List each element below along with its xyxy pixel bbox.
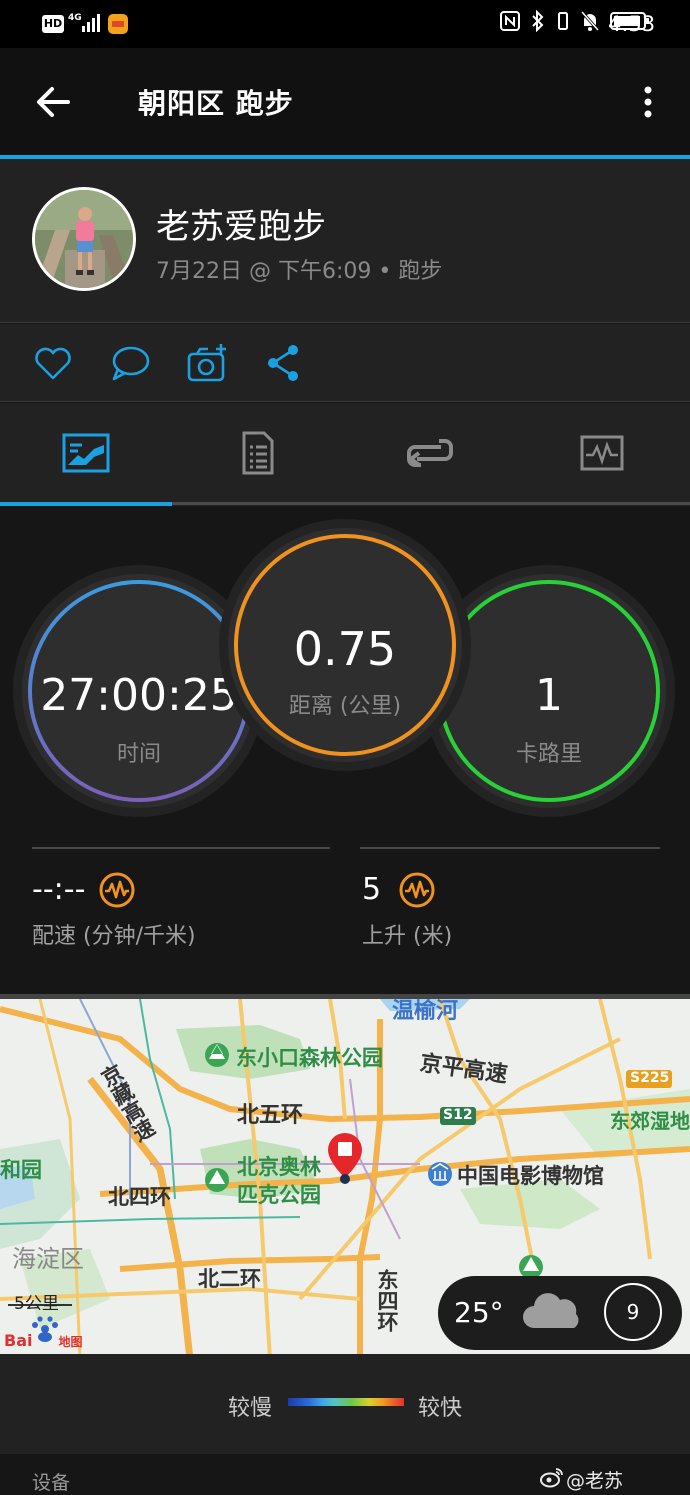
map-label-haidian: 海淀区 bbox=[12, 1245, 84, 1273]
action-bar bbox=[0, 324, 690, 402]
nfc-icon bbox=[500, 11, 520, 31]
pace-divider bbox=[32, 847, 330, 849]
legend-slow-label: 较慢 bbox=[228, 1396, 273, 1421]
park-icon-2 bbox=[205, 1168, 229, 1192]
tab-charts[interactable] bbox=[516, 403, 688, 503]
cloud-icon bbox=[523, 1293, 579, 1328]
legend-fast-label: 较快 bbox=[418, 1396, 463, 1421]
distance-label: 距离 (公里) bbox=[288, 694, 402, 719]
bluetooth-icon bbox=[532, 10, 544, 32]
museum-icon bbox=[428, 1162, 452, 1186]
pace-value: --:-- bbox=[32, 872, 86, 907]
notification-app-icon bbox=[108, 14, 128, 34]
map-label-olympic-1: 北京奥林 bbox=[237, 1155, 321, 1179]
comment-icon[interactable] bbox=[109, 342, 151, 384]
laps-loop-icon bbox=[407, 439, 453, 467]
map-label-djsd: 东郊湿地 bbox=[610, 1109, 690, 1133]
user-name[interactable]: 老苏爱跑步 bbox=[156, 199, 326, 248]
map-label-beh: 北二环 bbox=[198, 1267, 261, 1291]
tab-details[interactable] bbox=[172, 403, 344, 503]
vibrate-icon bbox=[558, 12, 568, 30]
map-label-park-dxk: 东小口森林公园 bbox=[236, 1046, 383, 1070]
time-label: 时间 bbox=[116, 742, 161, 767]
like-heart-icon[interactable] bbox=[32, 342, 74, 384]
map-label-olympic-2: 匹克公园 bbox=[237, 1183, 321, 1207]
tab-laps[interactable] bbox=[344, 403, 516, 503]
weather-index: 9 bbox=[604, 1283, 662, 1341]
map-scale-label: 5公里 bbox=[14, 1294, 59, 1314]
network-indicator: 4G bbox=[68, 13, 82, 23]
clock: 4:53 bbox=[608, 12, 656, 36]
map-label-s12: S12 bbox=[443, 1107, 473, 1123]
activity-owner: 老苏爱跑步 7月22日 @ 下午6:09 • 跑步 bbox=[0, 159, 690, 323]
calories-value: 1 bbox=[535, 670, 563, 721]
map-label-hy: 和园 bbox=[0, 1158, 42, 1182]
weather-temp: 25° bbox=[454, 1296, 504, 1329]
pace-label: 配速 (分钟/千米) bbox=[32, 924, 196, 949]
avatar[interactable] bbox=[32, 187, 136, 291]
avatar-photo bbox=[35, 190, 133, 288]
distance-value: 0.75 bbox=[293, 622, 397, 676]
map-label-dsh: 东四环 bbox=[375, 1269, 399, 1332]
tab-bar bbox=[0, 403, 690, 506]
device-section-label: 设备 bbox=[32, 1472, 71, 1494]
weibo-icon bbox=[540, 1468, 563, 1488]
tab-summary[interactable] bbox=[0, 403, 172, 503]
add-photo-icon[interactable] bbox=[186, 342, 228, 384]
ascent-value: 5 bbox=[362, 872, 382, 907]
map-logo: Bai 地图 bbox=[4, 1331, 83, 1350]
pace-trend-icon[interactable] bbox=[98, 871, 136, 909]
map-label-bwh: 北五环 bbox=[237, 1103, 304, 1128]
share-icon[interactable] bbox=[263, 342, 305, 384]
legend-gradient-bar bbox=[288, 1398, 404, 1406]
document-icon bbox=[242, 431, 274, 475]
signal-icon bbox=[82, 14, 100, 32]
mute-bell-icon bbox=[580, 11, 600, 31]
app-bar: 朝阳区 跑步 bbox=[0, 48, 690, 156]
more-vertical-icon[interactable] bbox=[636, 84, 660, 120]
map-label-s225: S225 bbox=[630, 1070, 670, 1086]
ascent-label: 上升 (米) bbox=[362, 924, 453, 949]
map-label-film-museum: 中国电影博物馆 bbox=[457, 1164, 604, 1188]
back-arrow-icon[interactable] bbox=[34, 84, 74, 120]
page-title: 朝阳区 跑步 bbox=[138, 87, 294, 120]
park-icon-1 bbox=[205, 1043, 229, 1067]
status-bar: HD 4G 4:53 bbox=[0, 0, 690, 48]
calories-label: 卡路里 bbox=[515, 742, 582, 767]
map-label-bsh: 北四环 bbox=[108, 1185, 171, 1209]
watermark-label: @老苏Runner bbox=[566, 1470, 634, 1495]
activity-graph-icon bbox=[580, 435, 624, 471]
time-value: 27:00:25 bbox=[40, 670, 238, 721]
hd-badge: HD bbox=[42, 15, 64, 33]
map-label-river: 温榆河 bbox=[392, 999, 459, 1024]
summary-chart-icon bbox=[62, 433, 110, 473]
ascent-divider bbox=[360, 847, 660, 849]
activity-meta: 7月22日 @ 下午6:09 • 跑步 bbox=[156, 259, 443, 284]
ascent-trend-icon[interactable] bbox=[398, 871, 436, 909]
